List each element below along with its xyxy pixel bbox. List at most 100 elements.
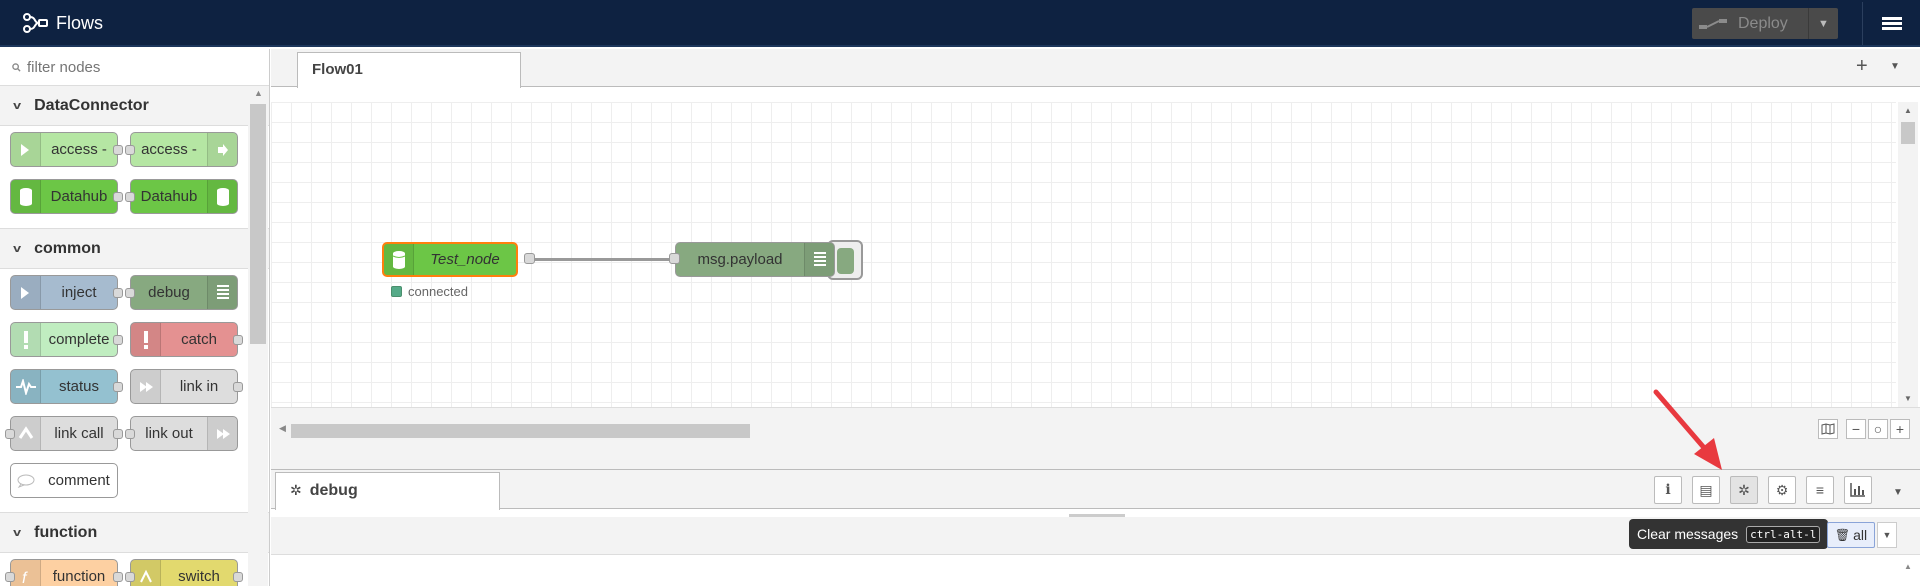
palette-node[interactable]: complete <box>10 322 123 357</box>
palette-node-label: complete <box>48 331 110 348</box>
node-status-text: connected <box>408 284 468 299</box>
canvas-vertical-scrollbar[interactable]: ▲ ▼ <box>1898 102 1918 407</box>
debug-messages-button[interactable]: ✲ <box>1730 476 1758 504</box>
palette-node-label: catch <box>181 331 217 348</box>
dashboard-button[interactable] <box>1844 476 1872 504</box>
flow-node-test-node[interactable]: Test_node <box>382 242 518 277</box>
palette-node[interactable]: access - <box>10 132 123 167</box>
context-data-button[interactable]: ≡ <box>1806 476 1834 504</box>
node-input-port[interactable] <box>125 192 135 202</box>
palette-node-label: comment <box>48 472 110 489</box>
palette-scroll-thumb[interactable] <box>250 104 266 344</box>
help-button[interactable]: ▤ <box>1692 476 1720 504</box>
palette-node[interactable]: f function <box>5 559 123 586</box>
main-menu-button[interactable] <box>1862 2 1920 45</box>
zoom-out-icon[interactable]: − <box>1846 419 1866 439</box>
node-input-port[interactable] <box>125 145 135 155</box>
node-input-port[interactable] <box>125 288 135 298</box>
canvas-vscroll-thumb[interactable] <box>1901 122 1915 144</box>
status-dot-icon <box>391 286 402 297</box>
node-output-port[interactable] <box>233 335 243 345</box>
node-output-port[interactable] <box>113 429 123 439</box>
node-wire[interactable] <box>524 258 674 261</box>
palette-node[interactable]: catch <box>130 322 243 357</box>
palette-scrollbar[interactable]: ▲ <box>248 86 268 586</box>
flow-node-debug[interactable]: msg.payload <box>675 242 835 277</box>
navigator-map-icon[interactable] <box>1818 419 1838 439</box>
palette-node-label: inject <box>61 284 97 301</box>
add-flow-icon[interactable]: + <box>1856 55 1868 78</box>
palette-node[interactable]: Datahub <box>125 179 238 214</box>
node-output-port[interactable] <box>113 382 123 392</box>
palette-node-row: complete catch <box>10 322 269 357</box>
palette-node[interactable]: link call <box>5 416 123 451</box>
tab-debug[interactable]: ✲ debug <box>275 472 500 510</box>
zoom-reset-icon[interactable]: ○ <box>1868 419 1888 439</box>
node-input-port[interactable] <box>125 429 135 439</box>
database-icon <box>11 180 41 213</box>
scroll-up-icon[interactable]: ▲ <box>1904 562 1912 571</box>
palette-node-row: f function switch <box>5 559 269 586</box>
scroll-left-icon[interactable]: ◀ <box>279 423 286 434</box>
tab-flow01[interactable]: Flow01 <box>297 52 521 88</box>
zoom-in-icon[interactable]: + <box>1890 419 1910 439</box>
palette-node[interactable]: debug <box>125 275 238 310</box>
node-input-port[interactable] <box>5 429 15 439</box>
node-output-port[interactable] <box>113 572 123 582</box>
scroll-up-icon[interactable]: ▲ <box>1904 106 1912 115</box>
annotation-arrow-icon <box>1653 389 1722 470</box>
node-input-port[interactable] <box>125 572 135 582</box>
palette-node[interactable]: switch <box>125 559 243 586</box>
scroll-down-icon[interactable]: ▼ <box>1904 394 1912 403</box>
app-title: Flows <box>56 12 104 33</box>
palette-category-header[interactable]: v common <box>0 229 269 269</box>
scroll-up-icon[interactable]: ▲ <box>254 88 263 98</box>
palette-node[interactable]: link out <box>125 416 238 451</box>
palette-categories: v DataConnector access - access - Datahub Dat… <box>0 86 269 586</box>
canvas-hscroll-thumb[interactable] <box>291 424 750 438</box>
flow-list-dropdown-icon[interactable]: ▼ <box>1890 61 1900 72</box>
bug-icon: ✲ <box>290 482 302 498</box>
node-output-port[interactable] <box>113 192 123 202</box>
palette-node[interactable]: link in <box>130 369 243 404</box>
palette-node-label: access - <box>141 141 197 158</box>
clear-messages-button[interactable]: 🗑 all <box>1827 522 1875 548</box>
node-output-port[interactable] <box>113 288 123 298</box>
node-palette: vDataConnectoraccess -access -DatahubDat… <box>0 49 270 586</box>
node-input-port[interactable] <box>5 572 15 582</box>
node-output-port[interactable] <box>113 145 123 155</box>
sidebar-menu-dropdown-icon[interactable]: ▼ <box>1893 487 1903 498</box>
node-output-port[interactable] <box>113 335 123 345</box>
palette-category-header[interactable]: v function <box>0 513 269 553</box>
deploy-button[interactable]: Deploy ▼ <box>1692 8 1838 39</box>
palette-category-header[interactable]: v DataConnector <box>0 86 269 126</box>
deploy-dropdown-icon[interactable]: ▼ <box>1808 8 1838 39</box>
palette-node-label: debug <box>148 284 190 301</box>
palette-node[interactable]: access - <box>125 132 238 167</box>
flow-node-label: Test_node <box>430 251 500 268</box>
config-nodes-button[interactable]: ⚙ <box>1768 476 1796 504</box>
hamburger-icon <box>1881 15 1902 32</box>
palette-node[interactable]: Datahub <box>10 179 123 214</box>
palette-node-label: link in <box>179 378 219 395</box>
palette-search-input[interactable] <box>27 58 247 76</box>
node-output-port[interactable] <box>524 253 535 264</box>
arrow-in-icon <box>11 133 41 166</box>
debug-messages-scrollbar[interactable]: ▲ <box>1898 556 1918 586</box>
palette-category-label: common <box>34 239 101 257</box>
tooltip-shortcut: ctrl-alt-l <box>1746 525 1821 543</box>
gear-icon: ⚙ <box>1775 481 1789 498</box>
tab-debug-label: debug <box>309 482 358 499</box>
palette-node[interactable]: inject <box>10 275 123 310</box>
flow-canvas[interactable]: Test_node connected msg.payload <box>271 102 1896 407</box>
node-output-port[interactable] <box>233 572 243 582</box>
palette-category-body: access - access - Datahub Datahub <box>0 126 269 229</box>
palette-node[interactable]: comment <box>10 463 118 498</box>
palette-category-body: f function switch <box>0 553 269 586</box>
clear-messages-label: all <box>1853 527 1868 543</box>
node-output-port[interactable] <box>233 382 243 392</box>
info-button[interactable]: i <box>1654 476 1682 504</box>
clear-options-dropdown-icon[interactable]: ▼ <box>1877 522 1897 548</box>
node-input-port[interactable] <box>669 253 680 264</box>
palette-node[interactable]: status <box>10 369 123 404</box>
